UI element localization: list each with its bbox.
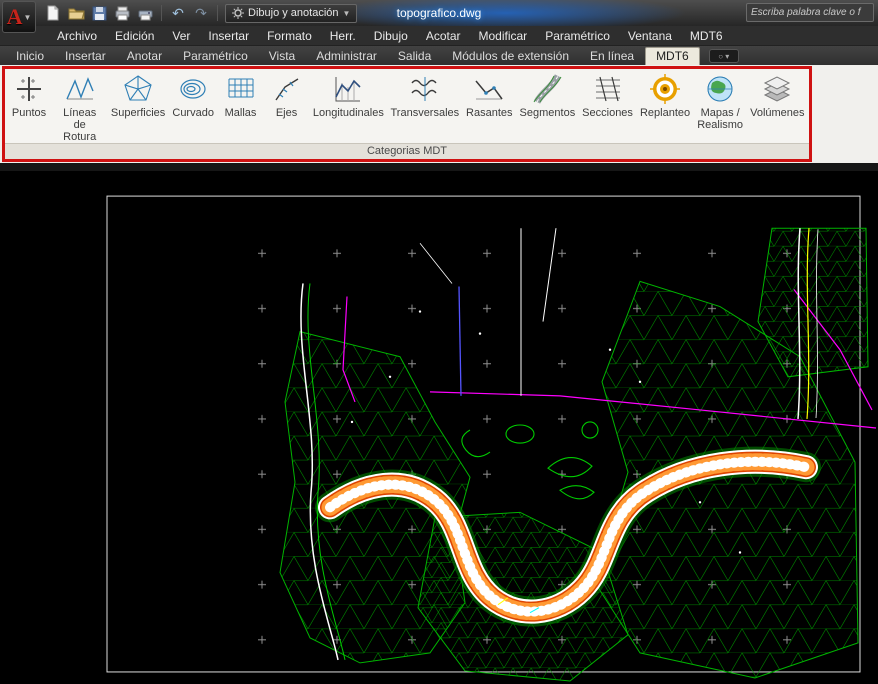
secciones-icon: [591, 72, 625, 106]
menubar: ArchivoEdiciónVerInsertarFormatoHerr.Dib…: [0, 26, 878, 46]
menu-ver[interactable]: Ver: [163, 26, 199, 46]
mapas-icon: [703, 72, 737, 106]
ribbon: Puntos Líneas de Rotura Superficies Curvado…: [0, 65, 878, 163]
menu-insertar[interactable]: Insertar: [199, 26, 258, 46]
redo-icon[interactable]: ↷: [192, 4, 210, 22]
tab-en-l-nea[interactable]: En línea: [580, 48, 644, 65]
menu-formato[interactable]: Formato: [258, 26, 321, 46]
ribbon-item-label: Puntos: [12, 107, 46, 119]
ribbon-item-label: Secciones: [582, 107, 633, 119]
ribbon-item-label: Ejes: [276, 107, 297, 119]
menu-archivo[interactable]: Archivo: [48, 26, 106, 46]
chevron-down-icon: ▼: [343, 9, 351, 18]
open-folder-icon[interactable]: [67, 4, 85, 22]
longitudinales-icon: [331, 72, 365, 106]
title-bar: A ▼ ↶ ↷ Dibujo y an: [0, 0, 878, 26]
undo-icon[interactable]: ↶: [169, 4, 187, 22]
rasantes-icon: [472, 72, 506, 106]
chevron-down-icon: ▼: [23, 13, 31, 22]
menu-herr[interactable]: Herr.: [321, 26, 365, 46]
ejes-icon: [270, 72, 304, 106]
menu-dibujo[interactable]: Dibujo: [365, 26, 417, 46]
ribbon-item-label: Replanteo: [640, 107, 690, 119]
tab-anotar[interactable]: Anotar: [117, 48, 172, 65]
ribbon-item-label: Curvado: [172, 107, 214, 119]
plot-icon[interactable]: [113, 4, 131, 22]
ribbon-bottom-strip: [0, 163, 878, 171]
ribbon-item-label: Segmentos: [520, 107, 576, 119]
toolbar-separator: [217, 5, 218, 21]
mdt-panel-items: Puntos Líneas de Rotura Superficies Curvado…: [5, 69, 809, 143]
ribbon-item-label: Rasantes: [466, 107, 512, 119]
tab-m-dulos-de-extensi-n[interactable]: Módulos de extensión: [442, 48, 579, 65]
new-file-icon[interactable]: [44, 4, 62, 22]
ribbon-item-rasantes[interactable]: Rasantes: [462, 70, 516, 119]
ribbon-item-puntos[interactable]: Puntos: [6, 70, 52, 119]
ribbon-item-label: Mallas: [225, 107, 257, 119]
ribbon-item-label: Mapas / Realismo: [697, 107, 743, 131]
tab-salida[interactable]: Salida: [388, 48, 441, 65]
ribbon-item-label: Longitudinales: [313, 107, 384, 119]
ribbon-item-longitudinales[interactable]: Longitudinales: [310, 70, 388, 119]
autocad-window: A ▼ ↶ ↷ Dibujo y an: [0, 0, 878, 684]
search-input[interactable]: [747, 7, 873, 18]
quick-access-toolbar: ↶ ↷ Dibujo y anotación ▼: [44, 4, 357, 23]
ribbon-item-mapas-realismo[interactable]: Mapas / Realismo: [694, 70, 747, 131]
menu-ventana[interactable]: Ventana: [619, 26, 681, 46]
ribbon-item-replanteo[interactable]: Replanteo: [636, 70, 693, 119]
ribbon-item-label: Líneas de Rotura: [56, 107, 103, 143]
mallas-icon: [224, 72, 258, 106]
tab-vista[interactable]: Vista: [259, 48, 305, 65]
save-icon[interactable]: [90, 4, 108, 22]
ribbon-item-transversales[interactable]: Transversales: [387, 70, 462, 119]
superficies-icon: [121, 72, 155, 106]
menu-modificar[interactable]: Modificar: [470, 26, 537, 46]
ribbon-item-mallas[interactable]: Mallas: [218, 70, 264, 119]
autocad-logo-icon: A: [7, 4, 23, 30]
search-box[interactable]: [746, 3, 874, 22]
menu-edici-n[interactable]: Edición: [106, 26, 163, 46]
tab-param-trico[interactable]: Paramétrico: [173, 48, 258, 65]
volumenes-icon: [760, 72, 794, 106]
menu-acotar[interactable]: Acotar: [417, 26, 470, 46]
workspace-label: Dibujo y anotación: [248, 7, 339, 19]
mdt-panel: Puntos Líneas de Rotura Superficies Curvado…: [2, 66, 812, 162]
transversales-icon: [408, 72, 442, 106]
ribbon-tab-row: InicioInsertarAnotarParamétricoVistaAdmi…: [0, 46, 878, 65]
panel-title: Categorias MDT: [5, 143, 809, 159]
workspace-switcher[interactable]: Dibujo y anotación ▼: [225, 4, 357, 23]
ribbon-item-curvado[interactable]: Curvado: [169, 70, 218, 119]
tab-inicio[interactable]: Inicio: [6, 48, 54, 65]
ribbon-item-vol-menes[interactable]: Volúmenes: [747, 70, 808, 119]
cad-drawing: [0, 171, 878, 684]
replanteo-icon: [648, 72, 682, 106]
ribbon-item-superficies[interactable]: Superficies: [107, 70, 168, 119]
ribbon-item-label: Superficies: [111, 107, 165, 119]
ribbon-item-segmentos[interactable]: Segmentos: [516, 70, 579, 119]
drawing-viewport[interactable]: [0, 171, 878, 684]
ribbon-item-l-neas-de-rotura[interactable]: Líneas de Rotura: [52, 70, 107, 143]
menu-mdt6[interactable]: MDT6: [681, 26, 732, 46]
segmentos-icon: [530, 72, 564, 106]
gear-icon: [232, 7, 244, 19]
ribbon-item-label: Volúmenes: [750, 107, 804, 119]
print-preview-icon[interactable]: [136, 4, 154, 22]
tab-mdt6[interactable]: MDT6: [645, 47, 700, 65]
ribbon-item-secciones[interactable]: Secciones: [579, 70, 637, 119]
menu-param-trico[interactable]: Paramétrico: [536, 26, 619, 46]
tab-insertar[interactable]: Insertar: [55, 48, 116, 65]
ribbon-item-label: Transversales: [390, 107, 459, 119]
puntos-icon: [12, 72, 46, 106]
toolbar-separator: [161, 5, 162, 21]
ribbon-item-ejes[interactable]: Ejes: [264, 70, 310, 119]
curvado-icon: [176, 72, 210, 106]
tab-options-icon[interactable]: ○ ▾: [709, 49, 739, 63]
tab-administrar[interactable]: Administrar: [306, 48, 387, 65]
lineas-rotura-icon: [63, 72, 97, 106]
app-menu-button[interactable]: A ▼: [2, 1, 36, 33]
